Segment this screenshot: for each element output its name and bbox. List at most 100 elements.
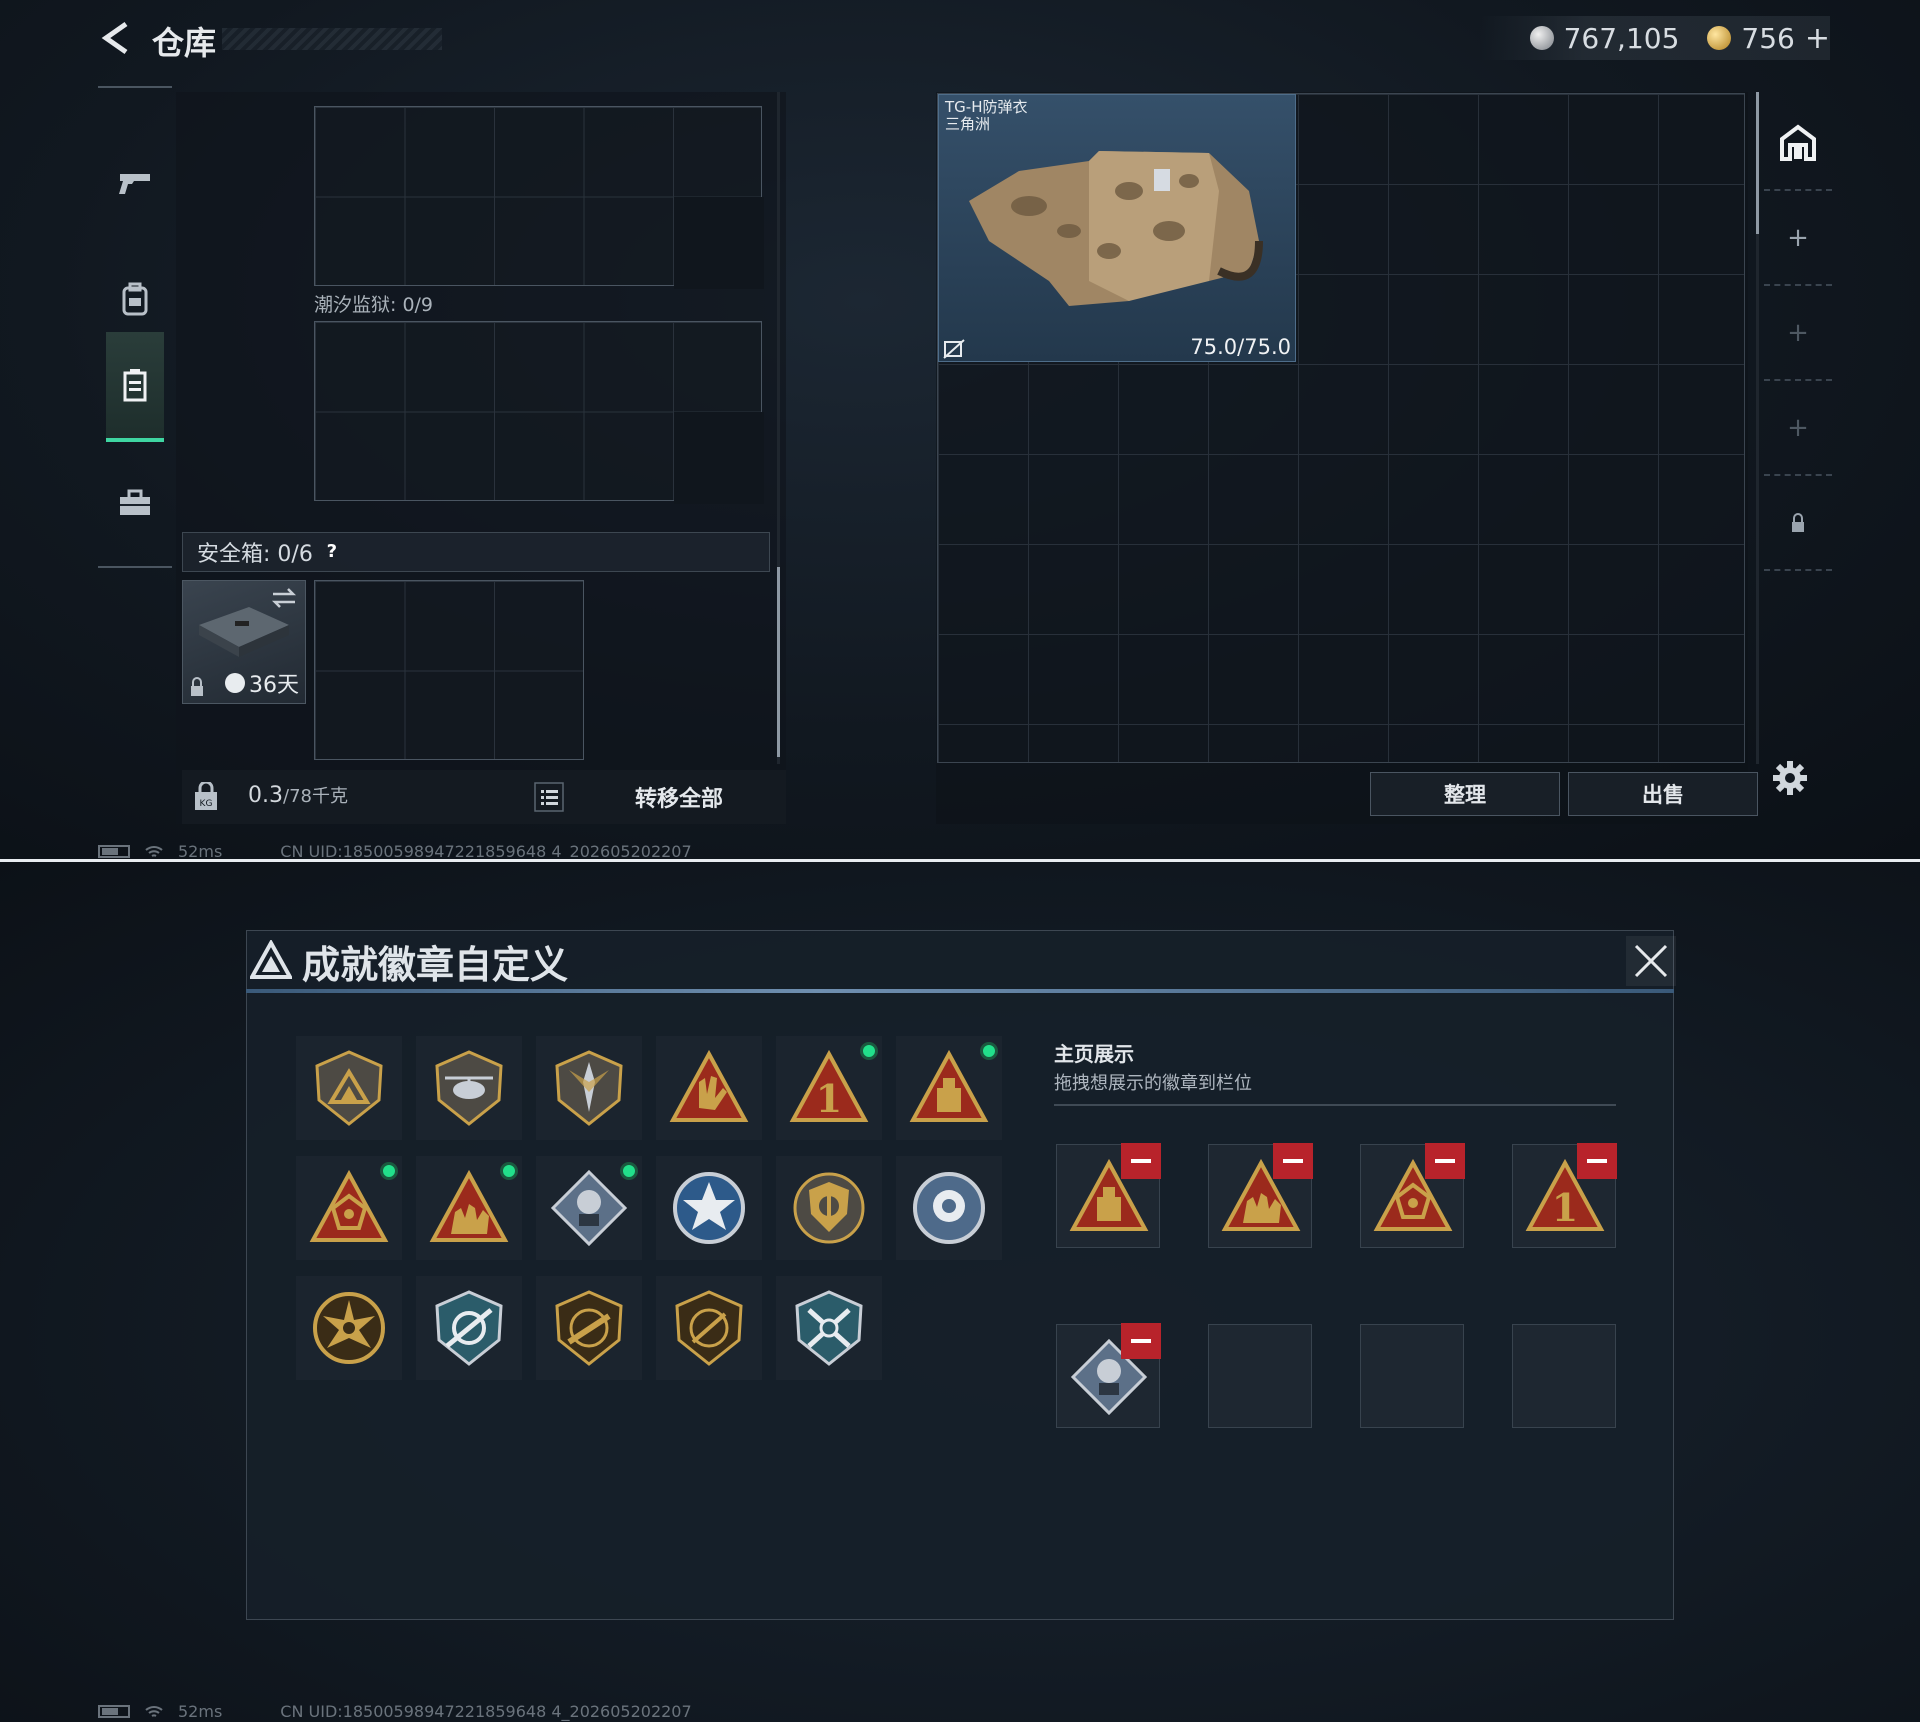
help-button[interactable]: ? (319, 539, 345, 565)
container-slot-tabs: + + + (1764, 96, 1832, 576)
diamond-rose-badge-icon (550, 1169, 628, 1247)
selected-dot-icon (380, 1162, 398, 1180)
badge-tile[interactable]: 1 (776, 1036, 882, 1140)
star-emblem-badge-icon (673, 1172, 745, 1244)
badge-tile[interactable] (536, 1156, 642, 1260)
scroll-thumb[interactable] (777, 567, 780, 757)
silver-coin-icon (1529, 26, 1554, 50)
showcase-slot-filled[interactable] (1056, 1323, 1161, 1428)
storage-scrollbar[interactable] (777, 92, 780, 764)
dagger-shield-badge-icon (555, 1050, 623, 1126)
wifi-icon (145, 1705, 163, 1717)
crest-shield-badge-icon (793, 1172, 865, 1244)
back-arrow-icon[interactable] (98, 20, 132, 56)
gold-coin-icon (1707, 26, 1732, 50)
svg-text:KG: KG (200, 799, 213, 809)
slot-label-tidal-prison: 潮汐监狱: 0/9 (314, 294, 434, 316)
badge-tile[interactable] (416, 1036, 522, 1140)
slot-tab-locked[interactable] (1764, 476, 1832, 571)
currency-display: 767,105 756 + (1479, 16, 1830, 60)
blue-sniper-badge-icon (435, 1290, 503, 1366)
scroll-thumb[interactable] (1756, 92, 1759, 234)
badge-tile[interactable] (416, 1156, 522, 1260)
close-button[interactable] (1626, 936, 1676, 986)
pistol-shield-badge-icon (675, 1290, 743, 1366)
badge-tile[interactable] (296, 1276, 402, 1380)
title-stripe (222, 28, 442, 50)
grid-cutout (674, 412, 764, 504)
showcase-divider (1054, 1104, 1616, 1106)
badge-tile[interactable] (776, 1276, 882, 1380)
weight-max: /78千克 (283, 786, 348, 807)
settings-gear-icon[interactable] (1772, 760, 1808, 796)
transfer-all-button[interactable]: 转移全部 (574, 776, 784, 818)
flower-emblem-badge-icon (913, 1172, 985, 1244)
number-one-triangle-badge-icon: 1 (789, 1049, 869, 1122)
vest-durability: 75.0/75.0 (1190, 335, 1291, 359)
toolbox-icon (120, 489, 150, 515)
pistol-icon (119, 174, 150, 194)
showcase-slot-filled[interactable]: 1 (1512, 1143, 1617, 1248)
lock-icon (1792, 512, 1804, 532)
remove-badge-icon[interactable] (1577, 1143, 1617, 1179)
slot-tab-add-3[interactable]: + (1764, 381, 1832, 476)
silver-amount: 767,105 (1563, 21, 1680, 55)
nav-weapons[interactable] (106, 128, 164, 238)
badge-tile[interactable] (656, 1156, 762, 1260)
safe-box-label: 安全箱: 0/6 (197, 542, 313, 567)
badge-tile[interactable] (896, 1036, 1002, 1140)
badge-tile[interactable] (776, 1156, 882, 1260)
safe-case-item[interactable]: 36天 (182, 580, 306, 704)
case-expiry-days: 36天 (249, 673, 299, 698)
nav-container[interactable] (106, 332, 164, 442)
container-scrollbar[interactable] (1756, 92, 1759, 764)
sell-button[interactable]: 出售 (1568, 772, 1758, 816)
swap-icon[interactable] (271, 587, 297, 609)
helicopter-shield-badge-icon (435, 1050, 503, 1126)
showcase-slot-filled[interactable] (1056, 1143, 1161, 1248)
remove-badge-icon[interactable] (1121, 1143, 1161, 1179)
safe-box-header: 安全箱: 0/6 ? (182, 532, 770, 572)
weight-bar: KG 0.3/78千克 转移全部 (182, 770, 786, 824)
close-icon (1634, 944, 1668, 978)
showcase-slot-filled[interactable] (1208, 1143, 1313, 1248)
body-armor-image (969, 151, 1263, 306)
warehouse-screen: 仓库 767,105 756 + 潮汐监狱: 0/9 安全箱: 0/6 ? 36… (0, 0, 1920, 860)
showcase-slot-empty[interactable] (1512, 1324, 1616, 1428)
slot-tab-home[interactable] (1764, 96, 1832, 191)
remove-badge-icon[interactable] (1273, 1143, 1313, 1179)
lock-icon (191, 677, 203, 696)
page-title: 仓库 (152, 24, 217, 62)
slot-tab-add-1[interactable]: + (1764, 191, 1832, 286)
badge-tile[interactable] (656, 1036, 762, 1140)
wifi-icon (145, 845, 163, 857)
remove-badge-icon[interactable] (1425, 1143, 1465, 1179)
battery-icon (98, 845, 130, 858)
badge-tile[interactable] (296, 1036, 402, 1140)
dialog-title: 成就徽章自定义 (302, 943, 569, 987)
remove-badge-icon[interactable] (1121, 1323, 1161, 1359)
badge-tile[interactable] (536, 1036, 642, 1140)
badge-tile[interactable] (656, 1276, 762, 1380)
showcase-slot-filled[interactable] (1360, 1143, 1465, 1248)
organize-button[interactable]: 整理 (1370, 772, 1560, 816)
showcase-slot-empty[interactable] (1360, 1324, 1464, 1428)
add-currency-button[interactable]: + (1805, 21, 1830, 56)
backpack-icon (122, 282, 148, 316)
badge-tile[interactable] (416, 1276, 522, 1380)
home-container-icon (1780, 124, 1816, 161)
badge-tile[interactable] (296, 1156, 402, 1260)
vest-name: TG-H防弹衣 (945, 98, 1028, 116)
list-icon[interactable] (534, 782, 564, 812)
achievement-logo-icon (250, 940, 292, 979)
gold-amount: 756 (1741, 21, 1795, 55)
safe-box-grid[interactable] (314, 580, 584, 760)
badge-tile[interactable] (536, 1276, 642, 1380)
nav-toolbox[interactable] (106, 448, 164, 558)
svg-text:1: 1 (816, 1076, 842, 1121)
blue-crossed-weapons-badge-icon (795, 1290, 863, 1366)
badge-tile[interactable] (896, 1156, 1002, 1260)
slot-tab-add-2[interactable]: + (1764, 286, 1832, 381)
vest-item-card[interactable]: TG-H防弹衣 三角洲 75.0/75.0 (938, 94, 1296, 362)
showcase-slot-empty[interactable] (1208, 1324, 1312, 1428)
